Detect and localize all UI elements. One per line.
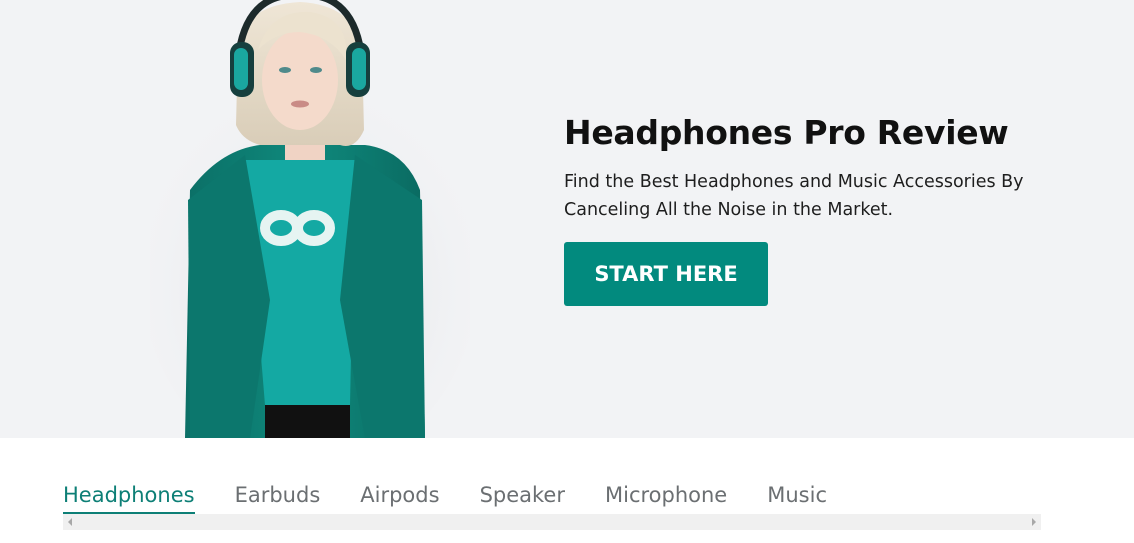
tab-headphones[interactable]: Headphones (63, 480, 195, 516)
hero-model-image (150, 0, 470, 438)
start-here-button[interactable]: START HERE (564, 242, 768, 306)
tabs-horizontal-scrollbar[interactable] (63, 514, 1041, 530)
hero-text-block: Headphones Pro Review Find the Best Head… (564, 112, 1084, 224)
tab-music[interactable]: Music (767, 480, 827, 512)
hero-subtitle: Find the Best Headphones and Music Acces… (564, 172, 1024, 220)
tab-microphone[interactable]: Microphone (605, 480, 727, 512)
hero-banner: Headphones Pro Review Find the Best Head… (0, 0, 1134, 438)
tab-speaker[interactable]: Speaker (480, 480, 565, 512)
chevron-right-icon[interactable] (1032, 518, 1036, 526)
tab-earbuds[interactable]: Earbuds (235, 480, 321, 512)
tab-airpods[interactable]: Airpods (360, 480, 439, 512)
chevron-left-icon[interactable] (68, 518, 72, 526)
category-tabs: Headphones Earbuds Airpods Speaker Micro… (63, 480, 867, 516)
hero-title: Headphones Pro Review (564, 113, 1009, 152)
